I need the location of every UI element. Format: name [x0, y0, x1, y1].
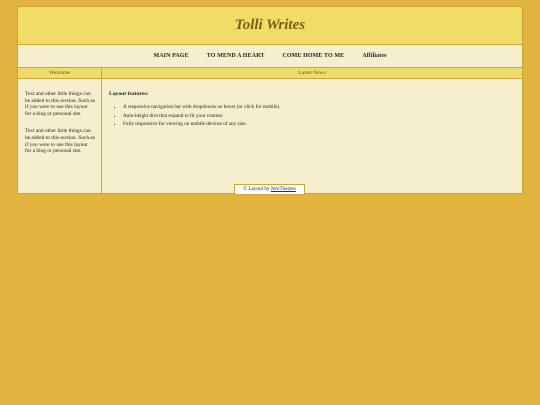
main-heading: Latest News	[102, 68, 522, 79]
main-content: Latest News Layout features: A responsiv…	[102, 68, 522, 193]
sidebar-paragraph: Text and other little things can be adde…	[25, 128, 95, 155]
nav-item-affiliates[interactable]: Affiliates	[353, 53, 395, 59]
main-nav: MAIN PAGE TO MEND A HEART COME HOME TO M…	[17, 44, 523, 68]
sidebar-heading: Welcome	[18, 68, 101, 79]
feature-item: A responsive navigation bar with dropdow…	[123, 103, 515, 112]
sidebar-body: Text and other little things can be adde…	[18, 79, 101, 193]
footer-credit: © Layout by NeoThemes	[234, 184, 305, 195]
feature-item: Fully responsive for viewing on mobile d…	[123, 120, 515, 129]
site-title: Tolli Writes	[234, 17, 306, 33]
main-body: Layout features: A responsive navigation…	[102, 79, 522, 141]
nav-item-to-mend-a-heart[interactable]: TO MEND A HEART	[198, 53, 274, 59]
page-wrapper: Tolli Writes MAIN PAGE TO MEND A HEART C…	[17, 6, 523, 194]
nav-item-main-page[interactable]: MAIN PAGE	[144, 53, 197, 59]
sidebar-paragraph: Text and other little things can be adde…	[25, 91, 95, 117]
sidebar: Welcome Text and other little things can…	[18, 68, 102, 193]
content-columns: Welcome Text and other little things can…	[17, 68, 523, 194]
feature-item: Auto-height divs that expand to fit your…	[123, 112, 515, 121]
features-list: A responsive navigation bar with dropdow…	[109, 103, 515, 129]
footer-prefix: © Layout by	[243, 186, 270, 192]
site-header: Tolli Writes	[17, 6, 523, 44]
nav-item-come-home-to-me[interactable]: COME HOME TO ME	[273, 53, 353, 59]
footer-link-neothemes[interactable]: NeoThemes	[271, 186, 296, 192]
features-title: Layout features:	[109, 91, 149, 97]
